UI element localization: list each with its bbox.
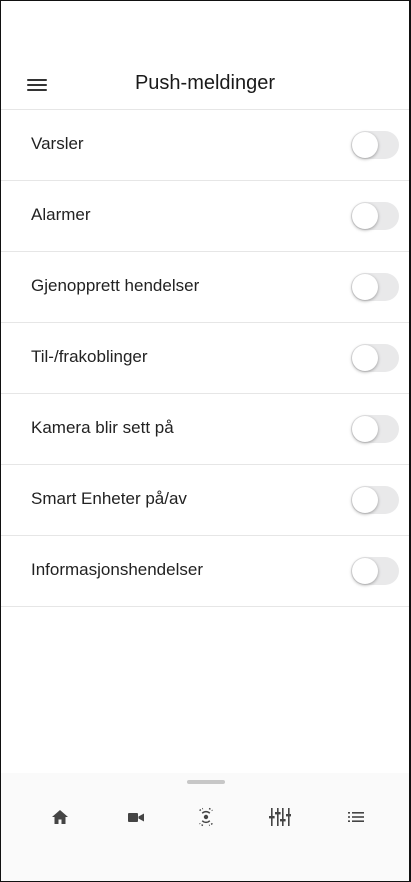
setting-label: Smart Enheter på/av xyxy=(31,489,187,508)
toggle-knob xyxy=(352,345,378,371)
setting-row-kamera: Kamera blir sett på xyxy=(1,394,409,465)
alarmer-toggle[interactable] xyxy=(351,202,399,230)
setting-row-alarmer: Alarmer xyxy=(1,181,409,252)
setting-label: Gjenopprett hendelser xyxy=(31,276,200,295)
settings-list: Varsler Alarmer Gjenopprett hendelser Ti… xyxy=(1,110,409,607)
video-camera-icon[interactable] xyxy=(122,805,150,829)
setting-label: Alarmer xyxy=(31,205,91,224)
setting-row-smart-enheter: Smart Enheter på/av xyxy=(1,465,409,536)
setting-row-tilkoblinger: Til-/frakoblinger xyxy=(1,323,409,394)
setting-label: Til-/frakoblinger xyxy=(31,347,148,366)
list-icon[interactable] xyxy=(342,805,370,829)
sensor-icon[interactable] xyxy=(192,805,220,829)
toggle-knob xyxy=(352,416,378,442)
setting-row-gjenopprett: Gjenopprett hendelser xyxy=(1,252,409,323)
smart-enheter-toggle[interactable] xyxy=(351,486,399,514)
kamera-toggle[interactable] xyxy=(351,415,399,443)
setting-label: Kamera blir sett på xyxy=(31,418,174,437)
tilkoblinger-toggle[interactable] xyxy=(351,344,399,372)
app-screen: Push-meldinger Varsler Alarmer Gjenoppre… xyxy=(0,0,411,882)
setting-row-informasjon: Informasjonshendelser xyxy=(1,536,409,607)
equalizer-icon[interactable] xyxy=(266,805,294,829)
gjenopprett-toggle[interactable] xyxy=(351,273,399,301)
toggle-knob xyxy=(352,203,378,229)
setting-label: Varsler xyxy=(31,134,84,153)
drag-handle[interactable] xyxy=(187,780,225,784)
setting-label: Informasjonshendelser xyxy=(31,560,203,579)
toggle-knob xyxy=(352,274,378,300)
informasjon-toggle[interactable] xyxy=(351,557,399,585)
toggle-knob xyxy=(352,132,378,158)
bottom-navigation xyxy=(1,773,409,881)
setting-row-varsler: Varsler xyxy=(1,110,409,181)
toggle-knob xyxy=(352,558,378,584)
toggle-knob xyxy=(352,487,378,513)
varsler-toggle[interactable] xyxy=(351,131,399,159)
page-title: Push-meldinger xyxy=(134,72,276,94)
home-icon[interactable] xyxy=(46,805,74,829)
top-bar: Push-meldinger xyxy=(1,59,409,110)
